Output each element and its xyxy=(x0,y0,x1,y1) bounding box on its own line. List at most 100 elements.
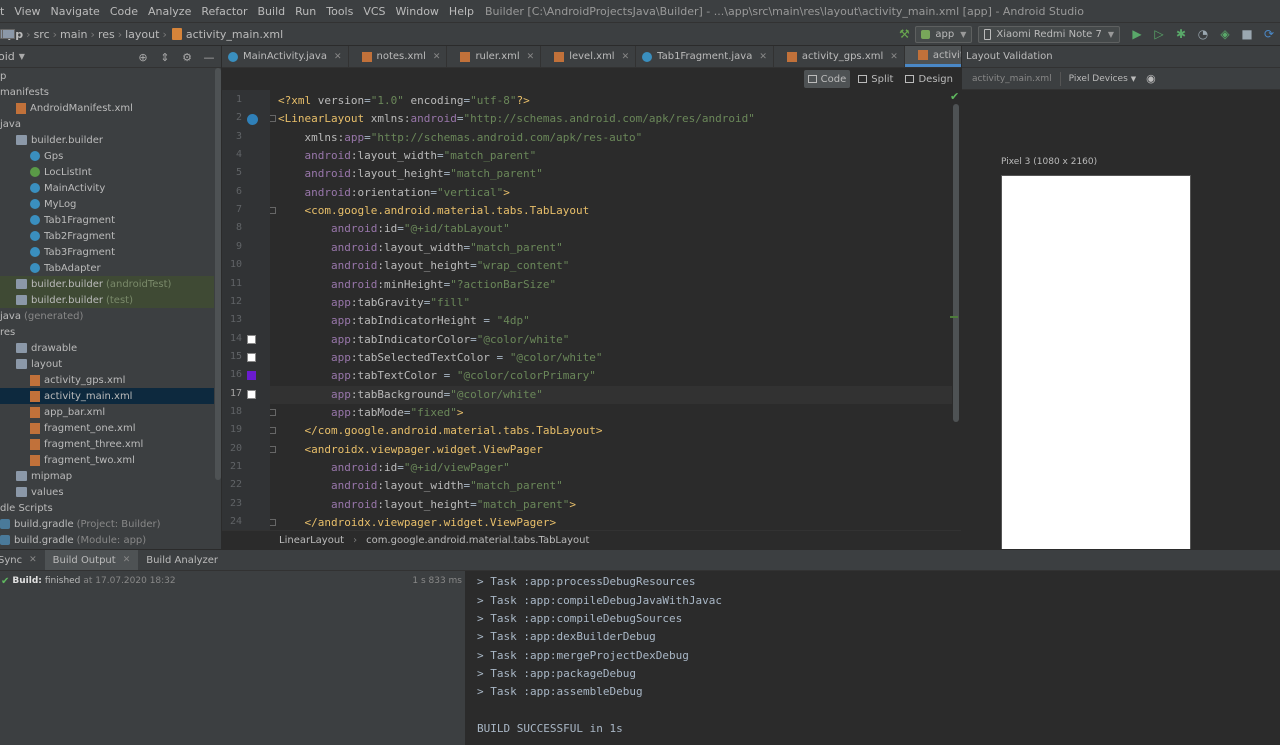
menu-item[interactable]: Analyze xyxy=(143,5,196,18)
hide-icon[interactable]: — xyxy=(201,49,217,65)
tree-item[interactable]: java (generated) xyxy=(0,308,214,324)
menu-item[interactable]: View xyxy=(9,5,45,18)
tree-item[interactable]: build.gradle (Module: app) xyxy=(0,532,214,548)
bottom-tab[interactable]: Build Output ✕ xyxy=(44,550,139,570)
device-combo[interactable]: Xiaomi Redmi Note 7 ▼ xyxy=(978,25,1120,43)
close-icon[interactable]: ✕ xyxy=(123,555,131,565)
attach-debugger-icon[interactable]: ◈ xyxy=(1218,27,1232,41)
mode-code-button[interactable]: Code xyxy=(803,70,851,88)
tree-item[interactable]: manifests xyxy=(0,84,214,100)
tree-item[interactable]: drawable xyxy=(0,340,214,356)
editor-tab[interactable]: activity_gps.xml ✕ xyxy=(774,46,905,67)
device-set-dropdown[interactable]: Pixel Devices xyxy=(1069,74,1128,84)
tree-item[interactable]: builder.builder xyxy=(0,132,214,148)
close-icon[interactable]: ✕ xyxy=(29,555,37,565)
run-icon[interactable]: ▶ xyxy=(1130,27,1144,41)
tree-item[interactable]: builder.builder (test) xyxy=(0,292,214,308)
tree-item[interactable]: LocListInt xyxy=(0,164,214,180)
breadcrumb-item[interactable]: › src xyxy=(2,28,50,41)
tree-item[interactable]: activity_main.xml xyxy=(0,388,214,404)
tree-item[interactable]: build.gradle (Project: Builder) xyxy=(0,516,214,532)
tree-item[interactable]: Gps xyxy=(0,148,214,164)
close-icon[interactable]: ✕ xyxy=(527,52,535,62)
color-swatch[interactable] xyxy=(247,389,256,399)
device-preview[interactable] xyxy=(1001,175,1191,554)
menu-item[interactable]: Help xyxy=(444,5,479,18)
editor-tab[interactable]: notes.xml ✕ xyxy=(349,46,448,67)
run-config-combo[interactable]: app ▼ xyxy=(915,25,973,43)
color-swatch[interactable] xyxy=(247,334,256,344)
editor-tab[interactable]: Tab1Fragment.java ✕ xyxy=(636,46,774,67)
tree-item[interactable]: mipmap xyxy=(0,468,214,484)
fold-marker-icon[interactable] xyxy=(270,445,276,453)
menu-item[interactable]: it xyxy=(0,5,9,18)
fold-marker-icon[interactable] xyxy=(270,427,276,435)
menu-item[interactable]: Window xyxy=(391,5,444,18)
fold-marker-icon[interactable] xyxy=(270,519,276,527)
breadcrumb-item[interactable]: › main xyxy=(2,28,88,41)
debug-icon[interactable]: ✱ xyxy=(1174,27,1188,41)
bottom-tab[interactable]: Sync ✕ xyxy=(0,550,45,570)
menu-item[interactable]: Refactor xyxy=(196,5,252,18)
tree-item[interactable]: fragment_three.xml xyxy=(0,436,214,452)
tree-item[interactable]: java xyxy=(0,116,214,132)
color-swatch[interactable] xyxy=(247,371,256,381)
eye-icon[interactable]: ◉ xyxy=(1146,72,1156,85)
tree-item[interactable]: builder.builder (androidTest) xyxy=(0,276,214,292)
mode-split-button[interactable]: Split xyxy=(854,70,897,88)
chevron-down-icon[interactable]: ▼ xyxy=(1131,75,1136,83)
mode-design-button[interactable]: Design xyxy=(901,70,957,88)
breadcrumb-item[interactable]: › layout xyxy=(2,28,159,41)
collapse-all-icon[interactable]: ⇕ xyxy=(157,49,173,65)
close-icon[interactable]: ✕ xyxy=(433,52,441,62)
tree-item[interactable]: p xyxy=(0,68,214,84)
profiler-icon[interactable]: ◔ xyxy=(1196,27,1210,41)
code-editor[interactable]: <?xml version="1.0" encoding="utf-8"?> <L… xyxy=(270,90,952,530)
tree-item[interactable]: activity_gps.xml xyxy=(0,372,214,388)
hammer-icon[interactable]: ⚒ xyxy=(897,27,911,41)
breadcrumb-item[interactable]: › activity_main.xml xyxy=(159,28,283,41)
tree-item[interactable]: AndroidManifest.xml xyxy=(0,100,214,116)
menu-item[interactable]: Run xyxy=(290,5,321,18)
editor-scrollbar[interactable] xyxy=(953,104,959,422)
tree-item[interactable]: fragment_two.xml xyxy=(0,452,214,468)
sync-icon[interactable]: ⟳ xyxy=(1262,27,1276,41)
tree-item[interactable]: TabAdapter xyxy=(0,260,214,276)
tree-item[interactable]: Tab2Fragment xyxy=(0,228,214,244)
fold-marker-icon[interactable] xyxy=(270,115,276,123)
menu-item[interactable]: VCS xyxy=(358,5,390,18)
fold-marker-icon[interactable] xyxy=(270,207,276,215)
close-icon[interactable]: ✕ xyxy=(759,52,767,62)
menu-item[interactable]: Code xyxy=(105,5,143,18)
bottom-tab[interactable]: Build Analyzer xyxy=(138,550,226,570)
editor-breadcrumb-item[interactable]: com.google.android.material.tabs.TabLayo… xyxy=(366,535,589,546)
locate-icon[interactable]: ⊕ xyxy=(135,49,151,65)
build-console[interactable]: > Task :app:mergeDebugResources> Task :a… xyxy=(466,571,1280,745)
tree-item[interactable]: fragment_one.xml xyxy=(0,420,214,436)
project-view-selector[interactable]: oid xyxy=(0,50,15,63)
project-scrollbar[interactable] xyxy=(215,68,221,480)
tree-item[interactable]: res xyxy=(0,324,214,340)
close-icon[interactable]: ✕ xyxy=(890,52,898,62)
close-icon[interactable]: ✕ xyxy=(334,52,342,62)
breadcrumb-item[interactable]: › res xyxy=(2,28,115,41)
menu-item[interactable]: Build xyxy=(253,5,291,18)
menu-item[interactable]: Navigate xyxy=(45,5,104,18)
editor-breadcrumb-item[interactable]: LinearLayout xyxy=(279,535,344,546)
gear-icon[interactable]: ⚙ xyxy=(179,49,195,65)
fold-marker-icon[interactable] xyxy=(270,408,276,416)
tree-item[interactable]: Tab3Fragment xyxy=(0,244,214,260)
class-marker-icon[interactable] xyxy=(247,114,258,126)
tree-item[interactable]: MainActivity xyxy=(0,180,214,196)
tree-item[interactable]: app_bar.xml xyxy=(0,404,214,420)
editor-tab[interactable]: level.xml ✕ xyxy=(541,46,637,67)
stop-icon[interactable]: ■ xyxy=(1240,27,1254,41)
tree-item[interactable]: layout xyxy=(0,356,214,372)
menu-item[interactable]: Tools xyxy=(321,5,358,18)
tree-item[interactable]: dle Scripts xyxy=(0,500,214,516)
chevron-down-icon[interactable]: ▼ xyxy=(19,52,25,61)
build-status-row[interactable]: ✔ Build: finished at 17.07.2020 18:32 1 … xyxy=(0,573,466,589)
editor-tab[interactable]: MainActivity.java ✕ xyxy=(222,46,349,67)
tree-item[interactable]: MyLog xyxy=(0,196,214,212)
apply-changes-icon[interactable]: ▷ xyxy=(1152,27,1166,41)
